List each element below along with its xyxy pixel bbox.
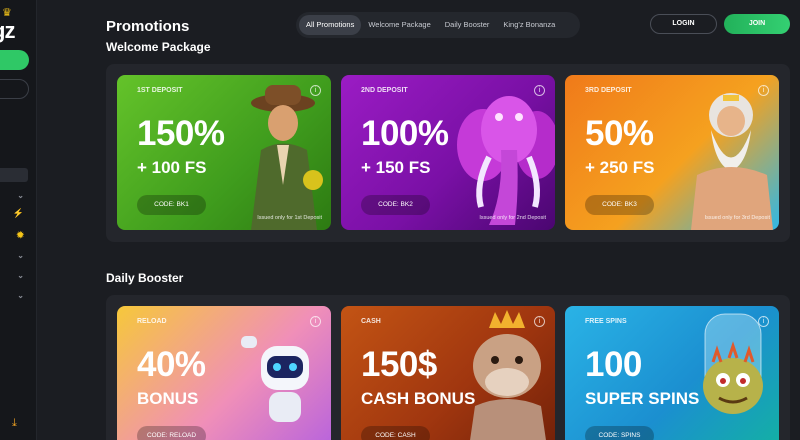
card-headline: 100 xyxy=(585,345,642,384)
card-subline: + 250 FS xyxy=(585,158,655,177)
section-title-welcome: Welcome Package xyxy=(106,40,211,54)
card-kicker: RELOAD xyxy=(137,318,167,325)
card-headline: 150$ xyxy=(361,345,437,384)
elephant-icon xyxy=(457,96,555,225)
promo-card[interactable]: 2ND DEPOSIT i 100% + 150 FS CODE: BK2 Is… xyxy=(341,75,555,230)
promo-code-button[interactable]: CODE: CASH xyxy=(361,426,430,440)
download-icon[interactable]: ⤓ xyxy=(12,417,24,429)
info-icon[interactable]: i xyxy=(758,85,769,96)
info-icon[interactable]: i xyxy=(310,316,321,327)
info-icon[interactable]: i xyxy=(534,85,545,96)
promo-card[interactable]: 3RD DEPOSIT i 50% + 250 FS CODE: BK3 Iss… xyxy=(565,75,779,230)
chevron-down-icon: ⌄ xyxy=(17,251,24,260)
join-button[interactable]: JOIN xyxy=(724,14,790,34)
sidebar-item-0[interactable]: ack ⚡ xyxy=(0,208,36,222)
sidebar-login-button[interactable] xyxy=(0,79,29,99)
card-headline: 150% xyxy=(137,114,225,153)
info-icon[interactable]: i xyxy=(310,85,321,96)
card-subline: + 150 FS xyxy=(361,158,431,177)
promo-code-button[interactable]: CODE: SPINS xyxy=(585,426,654,440)
card-kicker: 1ST DEPOSIT xyxy=(137,87,183,94)
card-headline: 40% xyxy=(137,345,206,384)
welcome-panel: 1ST DEPOSIT i 150% + 100 FS CODE: BK1 Is… xyxy=(106,64,790,242)
info-icon[interactable]: i xyxy=(534,316,545,327)
card-subline: CASH BONUS xyxy=(361,389,476,408)
card-kicker: 2ND DEPOSIT xyxy=(361,87,408,94)
sidebar: ♛ gz ⌄ ack ⚡ n ✹ ⌄ ⌄ ⌄ ⤓ xyxy=(0,0,37,440)
page-title: Promotions xyxy=(106,18,190,35)
chevron-down-icon: ⌄ xyxy=(17,291,24,300)
promo-card[interactable]: 1ST DEPOSIT i 150% + 100 FS CODE: BK1 Is… xyxy=(117,75,331,230)
card-subline: SUPER SPINS xyxy=(585,389,700,408)
sun-icon: ✹ xyxy=(16,230,24,240)
card-note: Issued only for 3rd Deposit xyxy=(704,215,770,221)
tab-all-promotions[interactable]: All Promotions xyxy=(299,15,362,35)
tab-kingz-bonanza[interactable]: King'z Bonanza xyxy=(496,15,562,35)
daily-panel: RELOAD i 40% BONUS CODE: RELOAD CASH i 1… xyxy=(106,295,790,440)
tab-welcome-package[interactable]: Welcome Package xyxy=(361,15,437,35)
login-button[interactable]: LOGIN xyxy=(650,14,717,34)
sidebar-item[interactable]: ⌄ xyxy=(0,290,36,304)
promo-card[interactable]: CASH i 150$ CASH BONUS CODE: CASH xyxy=(341,306,555,440)
card-headline: 100% xyxy=(361,114,449,153)
card-subline: + 100 FS xyxy=(137,158,207,177)
promo-code-button[interactable]: CODE: RELOAD xyxy=(137,426,206,440)
card-kicker: CASH xyxy=(361,318,381,325)
promo-card[interactable]: RELOAD i 40% BONUS CODE: RELOAD xyxy=(117,306,331,440)
sidebar-item-active[interactable] xyxy=(0,168,28,182)
tab-daily-booster[interactable]: Daily Booster xyxy=(438,15,497,35)
sidebar-item-1[interactable]: n ✹ xyxy=(0,230,36,244)
chevron-down-icon: ⌄ xyxy=(17,191,24,200)
logo-text: gz xyxy=(0,18,15,43)
sidebar-item[interactable]: ⌄ xyxy=(0,250,36,264)
logo[interactable]: ♛ gz xyxy=(0,8,36,44)
explorer-icon xyxy=(251,85,323,230)
info-icon[interactable]: i xyxy=(758,316,769,327)
chevron-down-icon: ⌄ xyxy=(17,271,24,280)
sidebar-item[interactable]: ⌄ xyxy=(0,270,36,284)
card-kicker: 3RD DEPOSIT xyxy=(585,87,632,94)
sidebar-item[interactable]: ⌄ xyxy=(0,190,36,204)
card-note: Issued only for 2nd Deposit xyxy=(479,215,546,221)
lightning-icon: ⚡ xyxy=(12,208,24,218)
promo-card[interactable]: FREE SPINS i 100 SUPER SPINS CODE: SPINS xyxy=(565,306,779,440)
card-headline: 50% xyxy=(585,114,654,153)
promo-code-button[interactable]: CODE: BK2 xyxy=(361,195,430,215)
promo-code-button[interactable]: CODE: BK3 xyxy=(585,195,654,215)
card-kicker: FREE SPINS xyxy=(585,318,627,325)
zeus-icon xyxy=(691,93,773,230)
section-title-daily: Daily Booster xyxy=(106,271,184,285)
promo-code-button[interactable]: CODE: BK1 xyxy=(137,195,206,215)
promotion-tabs: All Promotions Welcome Package Daily Boo… xyxy=(296,12,580,38)
card-subline: BONUS xyxy=(137,389,199,408)
card-note: Issued only for 1st Deposit xyxy=(257,215,322,221)
sidebar-join-button[interactable] xyxy=(0,50,29,70)
